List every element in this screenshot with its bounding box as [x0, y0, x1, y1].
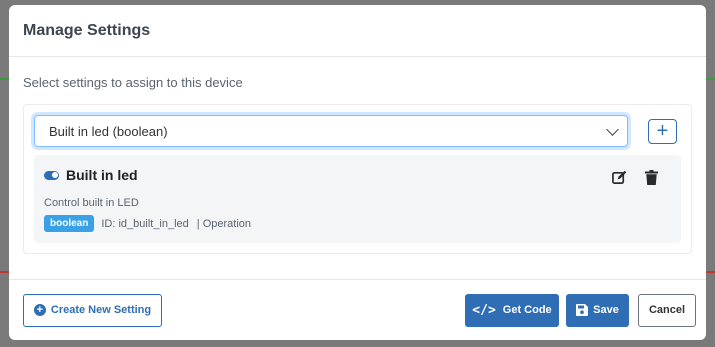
- edit-icon[interactable]: [611, 169, 627, 185]
- modal-title: Manage Settings: [23, 21, 151, 39]
- save-button[interactable]: Save: [566, 293, 629, 327]
- setting-item-header: Built in led: [44, 167, 681, 183]
- manage-settings-modal: Manage Settings Select settings to assig…: [9, 5, 706, 340]
- save-icon: [576, 304, 589, 316]
- plus-circle-icon: +: [33, 304, 46, 316]
- setting-select-value: Built in led (boolean): [49, 123, 168, 139]
- modal-subtitle: Select settings to assign to this device: [23, 75, 243, 90]
- type-badge: boolean: [44, 215, 95, 232]
- create-new-setting-button[interactable]: + Create New Setting: [23, 293, 162, 327]
- setting-id: ID: id_built_in_led: [101, 217, 189, 230]
- select-row: Built in led (boolean) +: [34, 115, 681, 147]
- assigned-setting-item: Built in led Control built in LED boolea…: [34, 155, 681, 243]
- backdrop-accent: [705, 271, 715, 273]
- setting-select[interactable]: Built in led (boolean): [34, 115, 628, 147]
- chevron-down-icon: [606, 122, 619, 136]
- get-code-button[interactable]: </> Get Code: [465, 293, 559, 327]
- modal-header: Manage Settings: [9, 5, 706, 57]
- assign-settings-card: Built in led (boolean) + Built in led Co…: [23, 104, 692, 254]
- modal-footer: + Create New Setting </> Get Code Save C…: [9, 279, 706, 340]
- setting-meta: boolean ID: id_built_in_led | Operation: [44, 215, 681, 232]
- modal-body: Select settings to assign to this device…: [9, 57, 706, 278]
- backdrop-accent: [705, 78, 715, 80]
- code-icon: </>: [472, 302, 496, 318]
- setting-actions: [595, 169, 659, 185]
- toggle-icon[interactable]: [44, 170, 59, 180]
- get-code-label: Get Code: [502, 304, 552, 316]
- save-label: Save: [593, 304, 619, 316]
- setting-category: | Operation: [196, 217, 252, 230]
- create-label: Create New Setting: [50, 304, 152, 316]
- setting-description: Control built in LED: [44, 197, 139, 209]
- plus-icon: +: [656, 120, 669, 142]
- add-setting-button[interactable]: +: [648, 118, 677, 144]
- setting-name: Built in led: [66, 167, 138, 183]
- trash-icon[interactable]: [643, 169, 659, 185]
- cancel-label: Cancel: [648, 304, 686, 316]
- cancel-button[interactable]: Cancel: [638, 293, 696, 327]
